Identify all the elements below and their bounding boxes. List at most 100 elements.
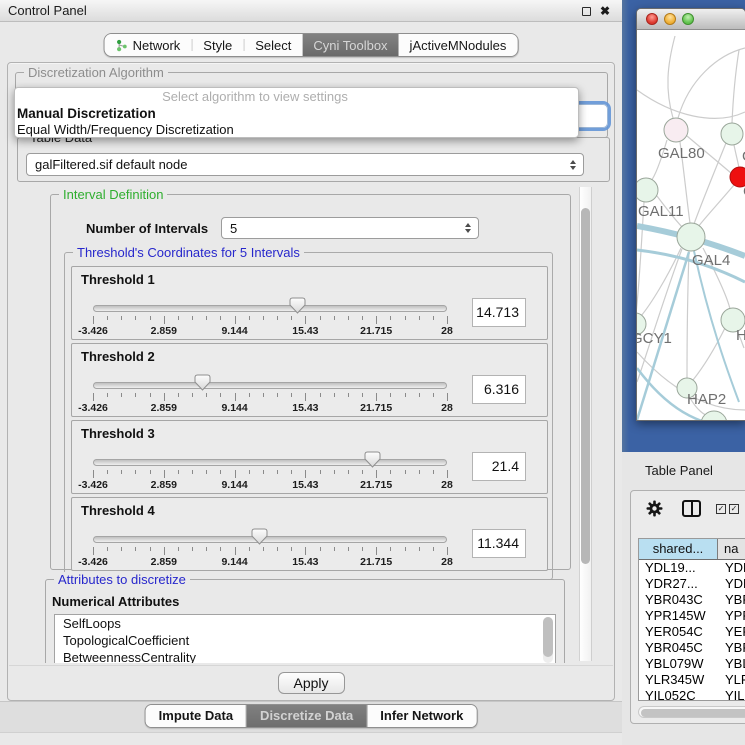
network-edge[interactable] <box>637 90 745 118</box>
table-header-row: shared...na <box>639 539 745 560</box>
threshold-value-field[interactable]: 11.344 <box>472 529 526 558</box>
group-title-discretization-algorithm: Discretization Algorithm <box>24 65 168 80</box>
table-row[interactable]: YIL052CYIL0 <box>639 688 745 701</box>
table-row[interactable]: YDR27...YDR2 <box>639 576 745 592</box>
group-title-interval-definition: Interval Definition <box>59 187 167 202</box>
gear-icon[interactable] <box>646 500 663 517</box>
column-header-shared-name[interactable]: shared... <box>639 539 718 559</box>
number-of-intervals-select[interactable]: 5 <box>221 217 479 239</box>
slider-handle[interactable] <box>251 528 268 545</box>
table-panel-title: Table Panel <box>645 463 713 478</box>
slider-handle[interactable] <box>289 297 306 314</box>
column-header-name[interactable]: na <box>718 539 745 559</box>
tab-jactivemnodules[interactable]: jActiveMNodules <box>399 34 518 56</box>
network-view-window[interactable]: GAL80GACGAL11GAL4GCY1HHAP2 <box>636 8 745 421</box>
table-data-selected-value: galFiltered.sif default node <box>27 157 570 172</box>
split-columns-icon[interactable] <box>682 500 701 517</box>
network-node-green[interactable] <box>721 123 743 145</box>
network-node-green[interactable] <box>637 178 658 202</box>
tab-cyni-toolbox[interactable]: Cyni Toolbox <box>302 34 398 56</box>
network-edge[interactable] <box>734 145 739 168</box>
attribute-list-item[interactable]: TopologicalCoefficient <box>55 632 555 649</box>
numerical-attributes-list[interactable]: SelfLoopsTopologicalCoefficientBetweenne… <box>54 614 556 663</box>
threshold-value-field[interactable]: 14.713 <box>472 298 526 327</box>
table-toolbar: ✓ ✓ <box>646 500 739 517</box>
zoom-traffic-light-icon[interactable] <box>682 13 694 25</box>
bottom-tab-impute-data[interactable]: Impute Data <box>146 705 246 727</box>
threshold-label: Threshold 4 <box>81 503 155 518</box>
threshold-value-field[interactable]: 21.4 <box>472 452 526 481</box>
network-node-label: GAL80 <box>658 145 705 162</box>
panel-vertical-scrollbar[interactable] <box>579 187 592 661</box>
combo-stepper-icon <box>570 160 583 170</box>
tab-label: Select <box>255 38 291 53</box>
bottom-tab-infer-network[interactable]: Infer Network <box>367 705 476 727</box>
table-cell: YDR27... <box>639 576 718 592</box>
close-traffic-light-icon[interactable] <box>646 13 658 25</box>
node-attribute-table: shared...na YDL19...YDL1YDR27...YDR2YBR0… <box>638 538 745 701</box>
float-panel-icon[interactable] <box>582 7 591 16</box>
threshold-label: Threshold 2 <box>81 349 155 364</box>
slider-scale-labels: -3.4262.8599.14415.4321.71528 <box>93 556 447 568</box>
scrollbar-thumb[interactable] <box>641 709 745 717</box>
table-row[interactable]: YBR043CYBR0 <box>639 592 745 608</box>
table-row[interactable]: YLR345WYLR3 <box>639 672 745 688</box>
table-data-group: Table Data galFiltered.sif default node <box>17 137 610 182</box>
tab-style[interactable]: Style <box>192 34 243 56</box>
table-row[interactable]: YDL19...YDL1 <box>639 560 745 576</box>
checkbox-icon[interactable]: ✓ <box>716 504 726 514</box>
scrollbar-thumb[interactable] <box>581 208 590 564</box>
thresholds-group: Threshold's Coordinates for 5 Intervals … <box>64 252 553 580</box>
minimize-traffic-light-icon[interactable] <box>664 13 676 25</box>
tab-network[interactable]: Network <box>105 34 192 56</box>
algorithm-dropdown-popup: Select algorithm to view settings Manual… <box>14 87 579 138</box>
slider-track[interactable] <box>93 459 447 466</box>
control-panel: Control Panel ✖ Network Style Select Cyni T… <box>0 0 622 745</box>
number-of-intervals-value: 5 <box>222 221 465 236</box>
threshold-value-field[interactable]: 6.316 <box>472 375 526 404</box>
table-row[interactable]: YBL079WYBL0 <box>639 656 745 672</box>
tab-label: Network <box>133 38 181 53</box>
network-edge[interactable] <box>637 249 682 382</box>
network-edge[interactable] <box>687 251 689 378</box>
panel-title: Control Panel <box>0 3 87 18</box>
attributes-group: Attributes to discretize Numerical Attri… <box>45 579 565 663</box>
slider-handle[interactable] <box>194 374 211 391</box>
slider-track[interactable] <box>93 536 447 543</box>
dropdown-placeholder-option[interactable]: Select algorithm to view settings <box>15 89 578 105</box>
bottom-tab-discretize-data[interactable]: Discretize Data <box>247 705 366 727</box>
network-edge[interactable] <box>641 248 681 316</box>
close-panel-icon[interactable]: ✖ <box>600 5 610 17</box>
slider-track[interactable] <box>93 382 447 389</box>
apply-button[interactable]: Apply <box>278 672 345 694</box>
tab-select[interactable]: Select <box>244 34 302 56</box>
dropdown-option-manual-discretization[interactable]: Manual Discretization <box>15 105 578 122</box>
slider-track[interactable] <box>93 305 447 312</box>
dropdown-option-equal-width[interactable]: Equal Width/Frequency Discretization <box>15 122 578 138</box>
network-node-pink[interactable] <box>664 118 688 142</box>
table-cell: YBL0 <box>718 656 745 672</box>
network-edge[interactable] <box>693 328 725 380</box>
slider-handle[interactable] <box>364 451 381 468</box>
table-row[interactable]: YER054CYER0 <box>639 624 745 640</box>
network-node-label: HAP2 <box>687 391 726 408</box>
table-cell: YIL052C <box>639 688 718 701</box>
network-node-green[interactable] <box>677 223 705 251</box>
checkbox-icon[interactable]: ✓ <box>729 504 739 514</box>
table-row[interactable]: YPR145WYPR1 <box>639 608 745 624</box>
network-edge[interactable] <box>698 185 734 227</box>
network-node-green[interactable] <box>701 411 727 421</box>
network-edge[interactable] <box>668 36 675 118</box>
network-node-label: H <box>736 327 745 344</box>
table-data-select[interactable]: galFiltered.sif default node <box>26 153 584 176</box>
attribute-list-item[interactable]: BetweennessCentrality <box>55 649 555 663</box>
table-row[interactable]: YBR045CYBR0 <box>639 640 745 656</box>
attribute-list-item[interactable]: SelfLoops <box>55 615 555 632</box>
network-edge[interactable] <box>732 50 739 123</box>
network-graph-canvas[interactable]: GAL80GACGAL11GAL4GCY1HHAP2 <box>637 30 745 421</box>
tab-label: Style <box>203 38 232 53</box>
threshold-label: Threshold 3 <box>81 426 155 441</box>
table-horizontal-scrollbar[interactable] <box>638 706 745 718</box>
attributes-list-scrollbar[interactable] <box>543 617 553 663</box>
top-tab-bar: Network Style Select Cyni ToolboxjActiveMNo… <box>104 33 519 57</box>
